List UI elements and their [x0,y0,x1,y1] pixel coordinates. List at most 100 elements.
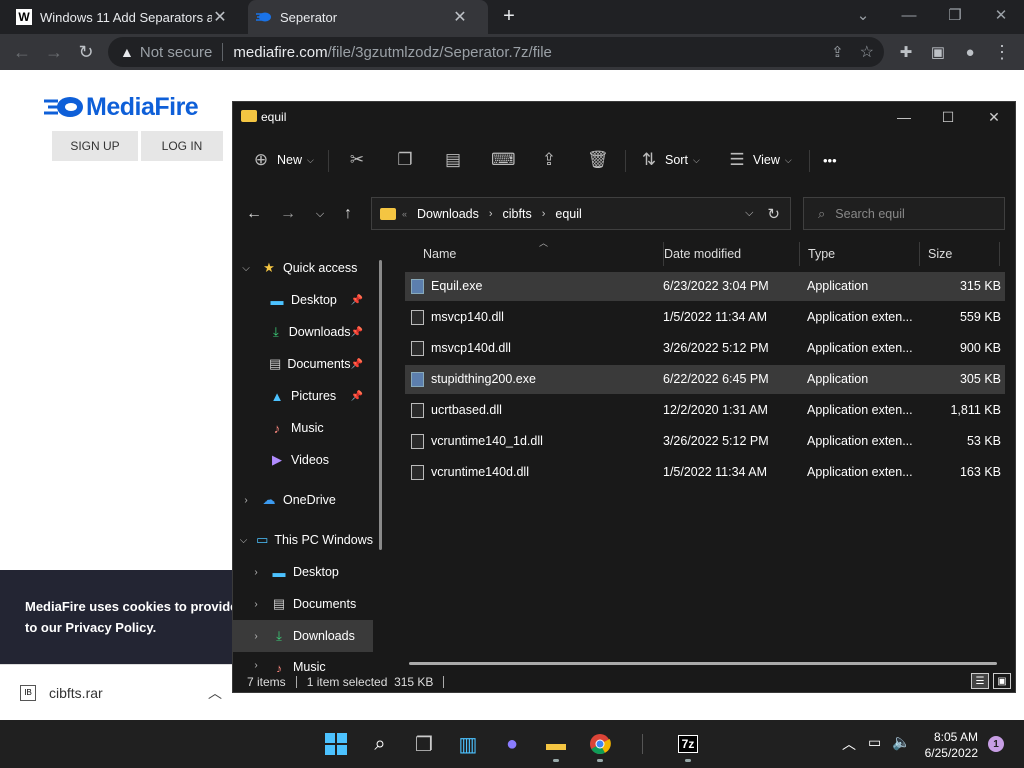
nav-pc-music[interactable]: › ♪ Music [233,652,373,672]
mediafire-logo[interactable]: MediaFire [44,92,199,122]
teams-chat-icon[interactable]: ● [496,728,528,760]
bookmark-star-icon[interactable]: ☆ [860,42,874,62]
nav-quick-access[interactable]: ⌵ ★ Quick access [233,252,373,284]
nav-pc-desktop[interactable]: › ▬ Desktop [233,556,373,588]
file-row[interactable]: msvcp140.dll 1/5/2022 11:34 AM Applicati… [405,303,1005,332]
warning-icon[interactable]: ▲ [120,44,134,60]
extensions-icon[interactable]: ✚ [890,34,922,70]
chrome-icon[interactable] [584,728,616,762]
more-options-button[interactable]: ••• [823,138,837,182]
back-icon[interactable]: ← [241,202,267,226]
nav-music[interactable]: ♪ Music [233,412,373,444]
cut-button[interactable]: ✂ [347,138,367,182]
maximize-icon[interactable]: ☐ [925,102,971,132]
column-header-date[interactable]: Date modified [656,242,800,266]
sign-up-button[interactable]: SIGN UP [52,131,138,161]
start-windows-icon[interactable] [320,728,352,760]
chevron-right-icon[interactable]: › [249,631,263,642]
notification-badge[interactable]: 1 [988,736,1004,752]
chevron-right-icon[interactable]: › [249,567,263,578]
view-button[interactable]: ☰ View ⌵ [727,138,791,182]
search-box[interactable]: ⌕ Search equil [803,197,1005,230]
nav-scrollbar[interactable] [379,260,382,550]
chevron-right-icon[interactable]: › [542,208,546,220]
minimize-icon[interactable]: — [886,0,932,30]
forward-icon[interactable]: → [38,34,70,70]
horizontal-scrollbar[interactable] [409,662,997,665]
up-folder-icon[interactable]: ↑ [335,202,361,226]
new-tab-button[interactable]: + [498,5,520,29]
chevron-right-icon[interactable]: › [489,208,493,220]
file-row[interactable]: msvcp140d.dll 3/26/2022 5:12 PM Applicat… [405,334,1005,363]
file-explorer-icon[interactable]: ▬ [540,728,572,762]
file-row[interactable]: ucrtbased.dll 12/2/2020 1:31 AM Applicat… [405,396,1005,425]
system-clock[interactable]: 8:05 AM 6/25/2022 [918,729,978,761]
minimize-icon[interactable]: — [881,102,927,132]
chevron-right-icon[interactable]: › [249,599,263,610]
chevron-down-icon[interactable]: ⌵ [239,535,248,546]
menu-kebab-icon[interactable]: ⋮ [986,34,1018,70]
profile-icon[interactable]: ● [954,34,986,70]
refresh-icon[interactable]: ↻ [767,205,780,223]
search-icon[interactable]: ⌕ [364,728,396,760]
nav-videos[interactable]: ▶ Videos [233,444,373,476]
paste-button[interactable]: ▤ [443,138,463,182]
url-host[interactable]: mediafire.com [233,44,327,61]
tab-seperator[interactable]: Seperator ✕ [248,0,488,34]
nav-this-pc[interactable]: ⌵ ▭ This PC Windows [233,524,373,556]
rename-button[interactable]: ⌨ [491,138,516,182]
overflow-chevron-icon[interactable]: « [402,209,407,219]
nav-onedrive[interactable]: › ☁ OneDrive [233,484,373,516]
address-bar[interactable]: ▲ Not secure mediafire.com/file/3gzutmlz… [108,37,884,67]
file-row[interactable]: vcruntime140d.dll 1/5/2022 11:34 AM Appl… [405,458,1005,487]
widgets-icon[interactable]: ▥ [452,728,484,760]
reload-icon[interactable]: ↻ [70,34,102,70]
chevron-up-icon[interactable]: ︿ [208,683,222,703]
share-button[interactable]: ⇪ [539,138,559,182]
new-button[interactable]: ⊕ New ⌵ [251,138,314,182]
privacy-policy-link[interactable]: to our Privacy Policy. [25,617,236,638]
delete-button[interactable]: 🗑 [587,138,609,182]
nav-desktop[interactable]: ▬ Desktop 📌 [233,284,373,316]
tab-windows11-article[interactable]: W Windows 11 Add Separators and ✕ [8,0,248,34]
recent-locations-icon[interactable]: ⌵ [307,202,333,226]
network-icon[interactable]: ▭ [868,734,881,751]
download-item-name[interactable]: cibfts.rar [49,685,103,701]
tiles-view-icon[interactable]: ▣ [993,673,1011,689]
column-header-type[interactable]: Type [800,242,920,266]
file-row[interactable]: vcruntime140_1d.dll 3/26/2022 5:12 PM Ap… [405,427,1005,456]
nav-pictures[interactable]: ▲ Pictures 📌 [233,380,373,412]
url-path[interactable]: /file/3gzutmlzodz/Seperator.7z/file [328,44,552,61]
chevron-down-icon[interactable]: ⌵ [239,263,253,274]
forward-icon[interactable]: → [275,202,301,226]
restore-icon[interactable]: ❐ [932,0,978,30]
chevron-down-icon[interactable]: ⌵ [745,207,753,220]
nav-pc-downloads[interactable]: › ⤓ Downloads [233,620,373,652]
column-header-name[interactable]: Name [409,242,664,266]
copy-button[interactable]: ❐ [395,138,415,182]
tab-search-icon[interactable]: ⌄ [840,0,886,30]
task-view-icon[interactable]: ❐ [408,728,440,760]
share-icon[interactable]: ⇪ [831,43,844,61]
show-hidden-icons-chevron-up-icon[interactable]: ︿ [842,734,856,754]
nav-pc-documents[interactable]: › ▤ Documents [233,588,373,620]
sort-button[interactable]: ⇅ Sort ⌵ [639,138,700,182]
breadcrumb-downloads[interactable]: Downloads [417,207,479,221]
nav-documents[interactable]: ▤ Documents 📌 [233,348,373,380]
file-row[interactable]: Equil.exe 6/23/2022 3:04 PM Application … [405,272,1005,301]
details-view-icon[interactable]: ☰ [971,673,989,689]
volume-icon[interactable]: 🔈 [892,733,911,751]
close-window-icon[interactable]: ✕ [978,0,1024,30]
side-panel-icon[interactable]: ▣ [922,34,954,70]
column-header-size[interactable]: Size [920,242,1000,266]
security-label[interactable]: Not secure [140,44,213,61]
breadcrumb-cibfts[interactable]: cibfts [503,207,532,221]
chevron-right-icon[interactable]: › [239,495,253,506]
back-icon[interactable]: ← [6,34,38,70]
log-in-button[interactable]: LOG IN [141,131,223,161]
close-window-icon[interactable]: ✕ [971,102,1015,132]
file-row[interactable]: stupidthing200.exe 6/22/2022 6:45 PM App… [405,365,1005,394]
address-breadcrumb[interactable]: « Downloads › cibfts › equil ⌵ ↻ [371,197,791,230]
breadcrumb-equil[interactable]: equil [555,207,581,221]
close-tab-icon[interactable]: ✕ [212,7,228,27]
